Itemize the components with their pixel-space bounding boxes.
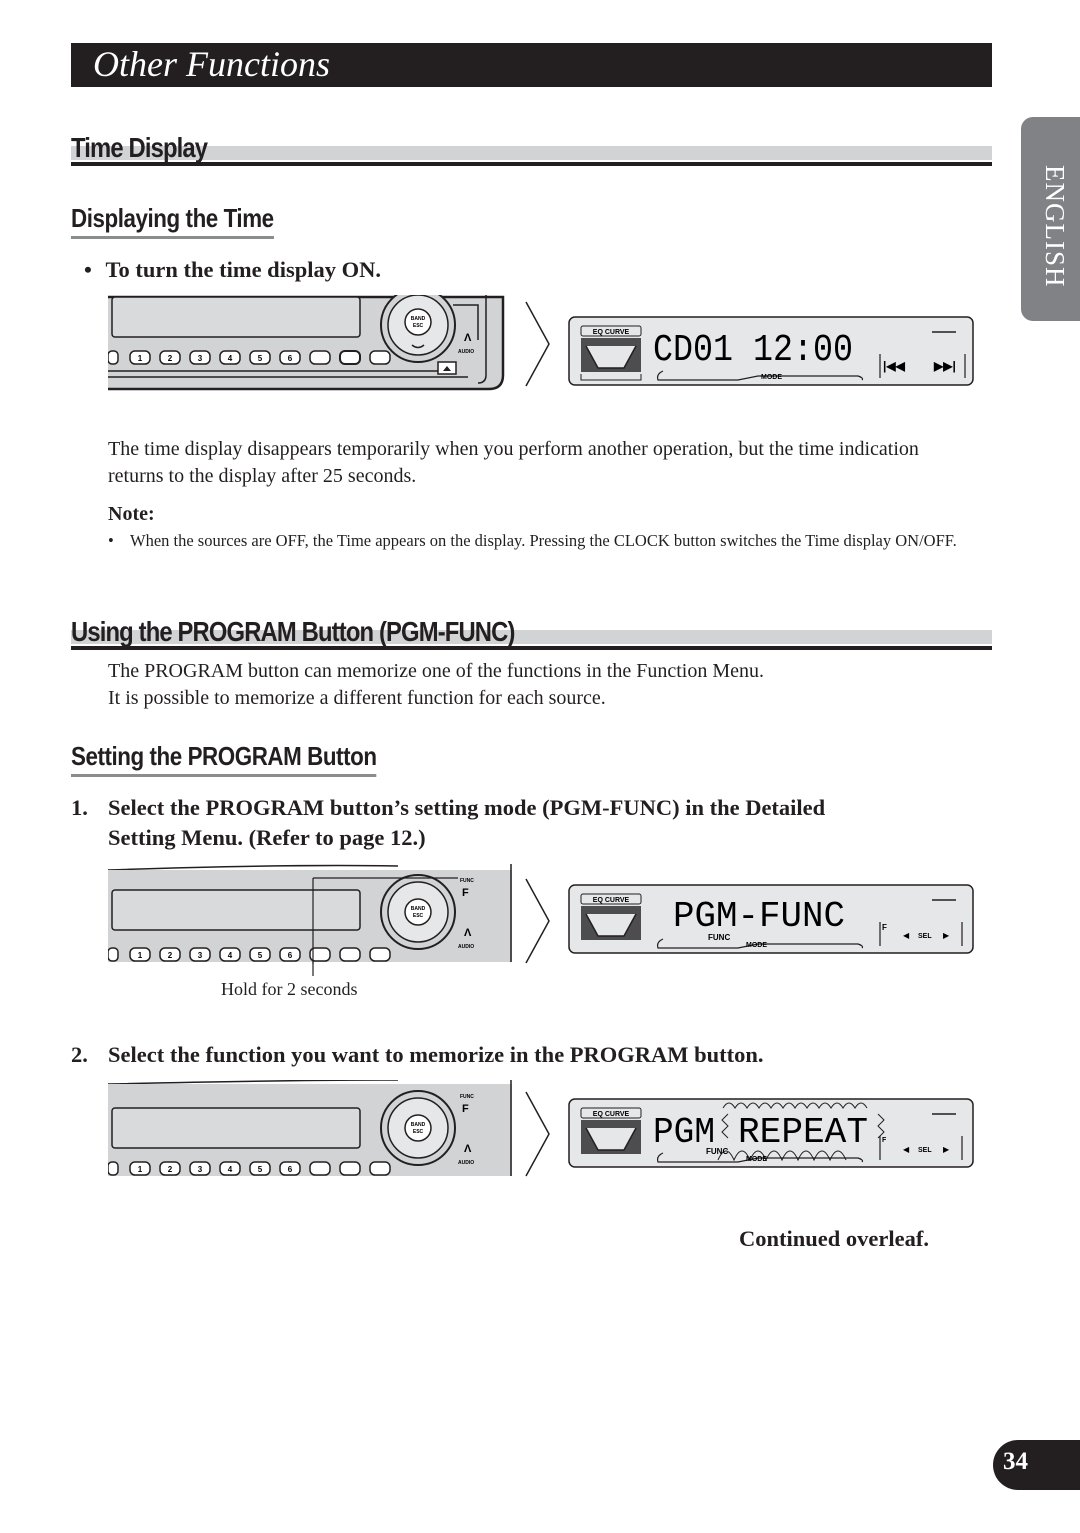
next-track-icon: ▶▶|	[933, 359, 956, 373]
preset-button-label: 4	[228, 354, 233, 363]
step-number: 2.	[71, 1042, 88, 1067]
svg-text:EQ CURVE: EQ CURVE	[593, 329, 630, 336]
left-arrow-icon: ◀	[903, 1145, 910, 1154]
right-arrow-icon: ▶	[943, 931, 950, 940]
note-label: Note:	[108, 503, 155, 525]
svg-text:F: F	[882, 923, 887, 932]
esc-label: ESC	[413, 323, 424, 329]
step-text-line-1: Select the PROGRAM button’s setting mode…	[108, 795, 826, 820]
lcd-display-pgm-repeat: EQ CURVE PGM REPEAT FUNC MODE F ◀ SEL ▶	[568, 1098, 974, 1168]
head-unit-illustration-3: 1 2 3 4 5 6 BAND ESC FUNC F Λ AUDIO	[108, 1080, 512, 1176]
arrow-right-icon	[525, 878, 550, 964]
preset-button-label: 1	[138, 1165, 143, 1174]
svg-text:FUNC: FUNC	[706, 1147, 728, 1156]
section-heading-text: Time Display	[71, 132, 208, 163]
svg-text:EQ CURVE: EQ CURVE	[593, 897, 630, 904]
preset-button-label: 2	[168, 951, 173, 960]
svg-text:ESC: ESC	[413, 913, 424, 919]
arrow-right-icon	[525, 301, 550, 387]
note-bullet: •	[108, 531, 114, 550]
continued-overleaf: Continued overleaf.	[739, 1226, 929, 1251]
preset-button-label: 3	[198, 951, 203, 960]
preset-button-label: 5	[258, 1165, 263, 1174]
preset-button-label: 3	[198, 354, 203, 363]
audio-label: AUDIO	[458, 349, 474, 355]
page-number: 34	[1003, 1448, 1028, 1475]
right-arrow-icon: ▶	[943, 1145, 950, 1154]
lcd-func-label: FUNC	[708, 933, 730, 942]
preset-button-label: 6	[288, 1165, 293, 1174]
time-display-body: The time display disappears temporarily …	[108, 438, 919, 487]
svg-text:AUDIO: AUDIO	[458, 1160, 474, 1166]
page-title-bar: Other Functions	[71, 43, 992, 87]
section-heading-program-button: Using the PROGRAM Button (PGM-FUNC)	[71, 616, 992, 650]
program-intro-line-2: It is possible to memorize a different f…	[108, 687, 606, 709]
func-button-f-label[interactable]: F	[462, 887, 469, 899]
band-esc-button	[404, 308, 432, 336]
preset-button-label: 5	[258, 951, 263, 960]
lcd-main-text: PGM-FUNC	[673, 896, 845, 937]
svg-text:MODE: MODE	[746, 1156, 767, 1163]
svg-text:FUNC: FUNC	[460, 1094, 474, 1100]
arrow-right-icon	[525, 1091, 550, 1177]
lcd-display-pgm-func: EQ CURVE PGM-FUNC FUNC MODE F ◀ SEL ▶	[568, 884, 974, 954]
step-1: 1. Select the PROGRAM button’s setting m…	[71, 795, 825, 850]
prev-track-icon: |◀◀	[883, 359, 906, 373]
lcd-mode-label: MODE	[761, 374, 782, 381]
band-label: BAND	[411, 316, 426, 322]
preset-button-label: 6	[288, 951, 293, 960]
language-tab-label: ENGLISH	[1040, 165, 1070, 288]
step-2: 2. Select the function you want to memor…	[71, 1042, 764, 1068]
lcd-flashing-text: REPEAT	[738, 1112, 868, 1153]
preset-button-label: 1	[138, 354, 143, 363]
svg-text:F: F	[882, 1137, 887, 1144]
svg-text:MODE: MODE	[746, 942, 767, 949]
program-intro-line-1: The PROGRAM button can memorize one of t…	[108, 660, 765, 682]
page-number-badge: 34	[993, 1440, 1080, 1490]
preset-button-label: 3	[198, 1165, 203, 1174]
svg-text:EQ CURVE: EQ CURVE	[593, 1111, 630, 1118]
page-title: Other Functions	[93, 44, 330, 84]
step-text-line-1: Select the function you want to memorize…	[108, 1042, 764, 1067]
preset-button-label: 6	[288, 354, 293, 363]
band-esc-button	[404, 1114, 432, 1142]
note-item: • When the sources are OFF, the Time app…	[108, 529, 958, 552]
section-heading-text: Using the PROGRAM Button (PGM-FUNC)	[71, 616, 515, 647]
head-unit-illustration-1: 1 2 3 4 5 6 BAND ESC Λ AUDIO	[108, 295, 505, 391]
svg-text:BAND: BAND	[411, 906, 426, 912]
note-text: When the sources are OFF, the Time appea…	[130, 531, 957, 550]
hold-callout: Hold for 2 seconds	[221, 979, 358, 999]
svg-text:F: F	[462, 1103, 469, 1115]
instruction-line: • To turn the time display ON.	[84, 257, 381, 283]
subheading-setting-program: Setting the PROGRAM Button	[71, 741, 377, 777]
head-unit-illustration-2: 1 2 3 4 5 6 BAND ESC FUNC F Λ AUDIO	[108, 864, 512, 964]
callout-line-tail	[312, 960, 314, 976]
svg-text:ESC: ESC	[413, 1129, 424, 1135]
preset-button-label: 4	[228, 951, 233, 960]
preset-button-label: 2	[168, 354, 173, 363]
subheading-displaying-time: Displaying the Time	[71, 203, 274, 239]
lcd-sel-label: SEL	[918, 933, 932, 940]
svg-text:SEL: SEL	[918, 1147, 932, 1154]
audio-symbol: Λ	[464, 332, 472, 344]
lcd-main-text: CD01 12:00	[653, 329, 853, 372]
left-arrow-icon: ◀	[903, 931, 910, 940]
svg-text:BAND: BAND	[411, 1122, 426, 1128]
svg-text:Λ: Λ	[464, 927, 472, 939]
svg-text:AUDIO: AUDIO	[458, 944, 474, 950]
func-label: FUNC	[460, 878, 474, 884]
band-esc-button	[404, 898, 432, 926]
instruction-text: To turn the time display ON.	[105, 257, 381, 282]
step-text-line-2: Setting Menu. (Refer to page 12.)	[108, 825, 426, 850]
svg-text:Λ: Λ	[464, 1143, 472, 1155]
preset-button-label: 2	[168, 1165, 173, 1174]
preset-button-label: 4	[228, 1165, 233, 1174]
preset-button-label: 5	[258, 354, 263, 363]
language-tab: ENGLISH	[1021, 117, 1080, 321]
preset-button-label: 1	[138, 951, 143, 960]
bullet: •	[84, 257, 92, 282]
step-number: 1.	[71, 795, 88, 820]
section-heading-time-display: Time Display	[71, 132, 992, 166]
lcd-display-clock: EQ CURVE CD01 12:00 MODE |◀◀ ▶▶|	[568, 316, 974, 386]
